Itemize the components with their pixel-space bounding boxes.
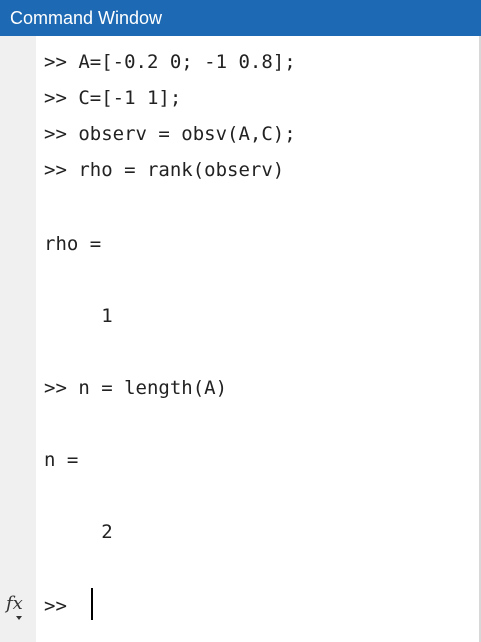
console-line-output-value: 1 xyxy=(44,305,113,327)
console-line-output-label: n = xyxy=(44,449,79,471)
function-browser-icon[interactable]: fx xyxy=(6,594,23,614)
text-cursor[interactable] xyxy=(91,588,93,620)
command-prompt-row[interactable] xyxy=(0,590,200,624)
left-gutter xyxy=(0,36,36,642)
chevron-down-icon xyxy=(16,616,22,620)
command-window-titlebar[interactable]: Command Window xyxy=(0,0,481,36)
console-line-output-label: rho = xyxy=(44,233,102,255)
fx-label: fx xyxy=(6,593,23,614)
console-line-command: >> n = length(A) xyxy=(44,377,228,399)
console-line-command: >> C=[-1 1]; xyxy=(44,87,182,109)
console-line-command: >> observ = obsv(A,C); xyxy=(44,123,296,145)
command-prompt: >> xyxy=(44,595,67,617)
window-title: Command Window xyxy=(10,8,163,28)
console-line-output-value: 2 xyxy=(44,521,113,543)
console-output: >> A=[-0.2 0; -1 0.8]; >> C=[-1 1]; >> o… xyxy=(44,50,296,543)
command-window: Command Window >> A=[-0.2 0; -1 0.8]; >>… xyxy=(0,0,481,642)
console-line-command: >> A=[-0.2 0; -1 0.8]; xyxy=(44,51,296,73)
console-line-command: >> rho = rank(observ) xyxy=(44,159,285,181)
